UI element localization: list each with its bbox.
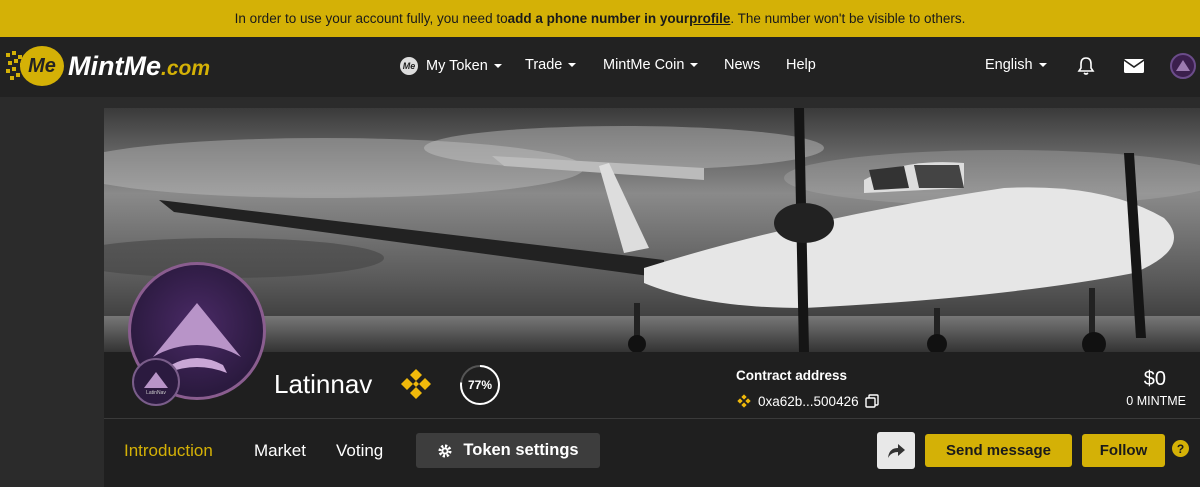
logo-suffix: .com [160, 56, 210, 80]
airplane-cover-image [104, 108, 1200, 352]
bnb-small-icon [737, 394, 751, 408]
tab-voting[interactable]: Voting [336, 441, 383, 461]
chevron-down-icon [690, 63, 699, 67]
envelope-icon[interactable] [1123, 56, 1145, 76]
token-price: $0 [1143, 368, 1166, 390]
token-settings-button[interactable]: Token settings [416, 433, 600, 468]
tab-introduction[interactable]: Introduction [124, 441, 213, 461]
nav-my-token[interactable]: Me My Token [400, 57, 502, 75]
bell-icon[interactable] [1075, 56, 1097, 76]
contract-address-label: Contract address [736, 368, 848, 383]
progress-label: 77% [467, 378, 493, 392]
share-button[interactable] [877, 432, 915, 469]
profile-link[interactable]: profile [689, 11, 730, 26]
token-avatar-label: LatinNav [146, 390, 166, 396]
chevron-down-icon [493, 64, 502, 68]
latinnav-logo-small-icon [144, 372, 168, 388]
logo-text: MintMe.com [68, 51, 210, 82]
banner-text-bold: add a phone number in your [507, 11, 690, 26]
user-avatar[interactable] [1170, 53, 1196, 79]
nav-news-label: News [724, 57, 761, 73]
nav-mintme-coin[interactable]: MintMe Coin [603, 57, 699, 73]
token-name: Latinnav [274, 369, 373, 399]
nav-mintme-coin-label: MintMe Coin [603, 57, 685, 73]
contract-address-row: 0xa62b...500426 [736, 393, 879, 409]
nav-trade-label: Trade [525, 57, 563, 73]
mintme-logo[interactable]: Me MintMe.com [6, 43, 210, 89]
token-price-mintme: 0 MINTME [1126, 394, 1186, 408]
follow-button[interactable]: Follow [1082, 434, 1165, 467]
chevron-down-icon [568, 63, 577, 67]
avatar-logo-icon [1176, 60, 1190, 71]
nav-my-token-label: My Token [426, 58, 488, 74]
banner-text-start: In order to use your account fully, you … [234, 11, 508, 26]
token-avatar-small[interactable]: LatinNav [132, 358, 180, 406]
banner-text-end: . The number won't be visible to others. [730, 11, 966, 26]
send-message-button[interactable]: Send message [925, 434, 1072, 467]
bnb-icon [401, 369, 431, 399]
language-selector[interactable]: English [985, 57, 1047, 73]
copy-icon[interactable] [864, 394, 879, 408]
phone-number-banner: In order to use your account fully, you … [0, 0, 1200, 37]
token-settings-label: Token settings [463, 441, 579, 459]
logo-name: MintMe [68, 50, 161, 81]
language-label: English [985, 57, 1033, 73]
card-divider [104, 418, 1200, 419]
nav-trade[interactable]: Trade [525, 57, 577, 73]
mintme-coin-icon: Me [400, 57, 418, 75]
share-arrow-icon [888, 443, 905, 458]
help-icon[interactable]: ? [1172, 440, 1189, 457]
token-card [104, 108, 1200, 487]
nav-news[interactable]: News [724, 57, 760, 73]
gear-icon [438, 444, 452, 457]
contract-address: 0xa62b...500426 [758, 393, 859, 409]
cover-image [104, 108, 1200, 352]
nav-help[interactable]: Help [786, 57, 816, 73]
top-navbar: Me MintMe.com Me My Token Trade MintMe C… [0, 37, 1200, 97]
chevron-down-icon [1038, 63, 1047, 67]
tab-market[interactable]: Market [254, 441, 306, 461]
logo-dots-icon [6, 51, 24, 80]
nav-help-label: Help [786, 57, 816, 73]
